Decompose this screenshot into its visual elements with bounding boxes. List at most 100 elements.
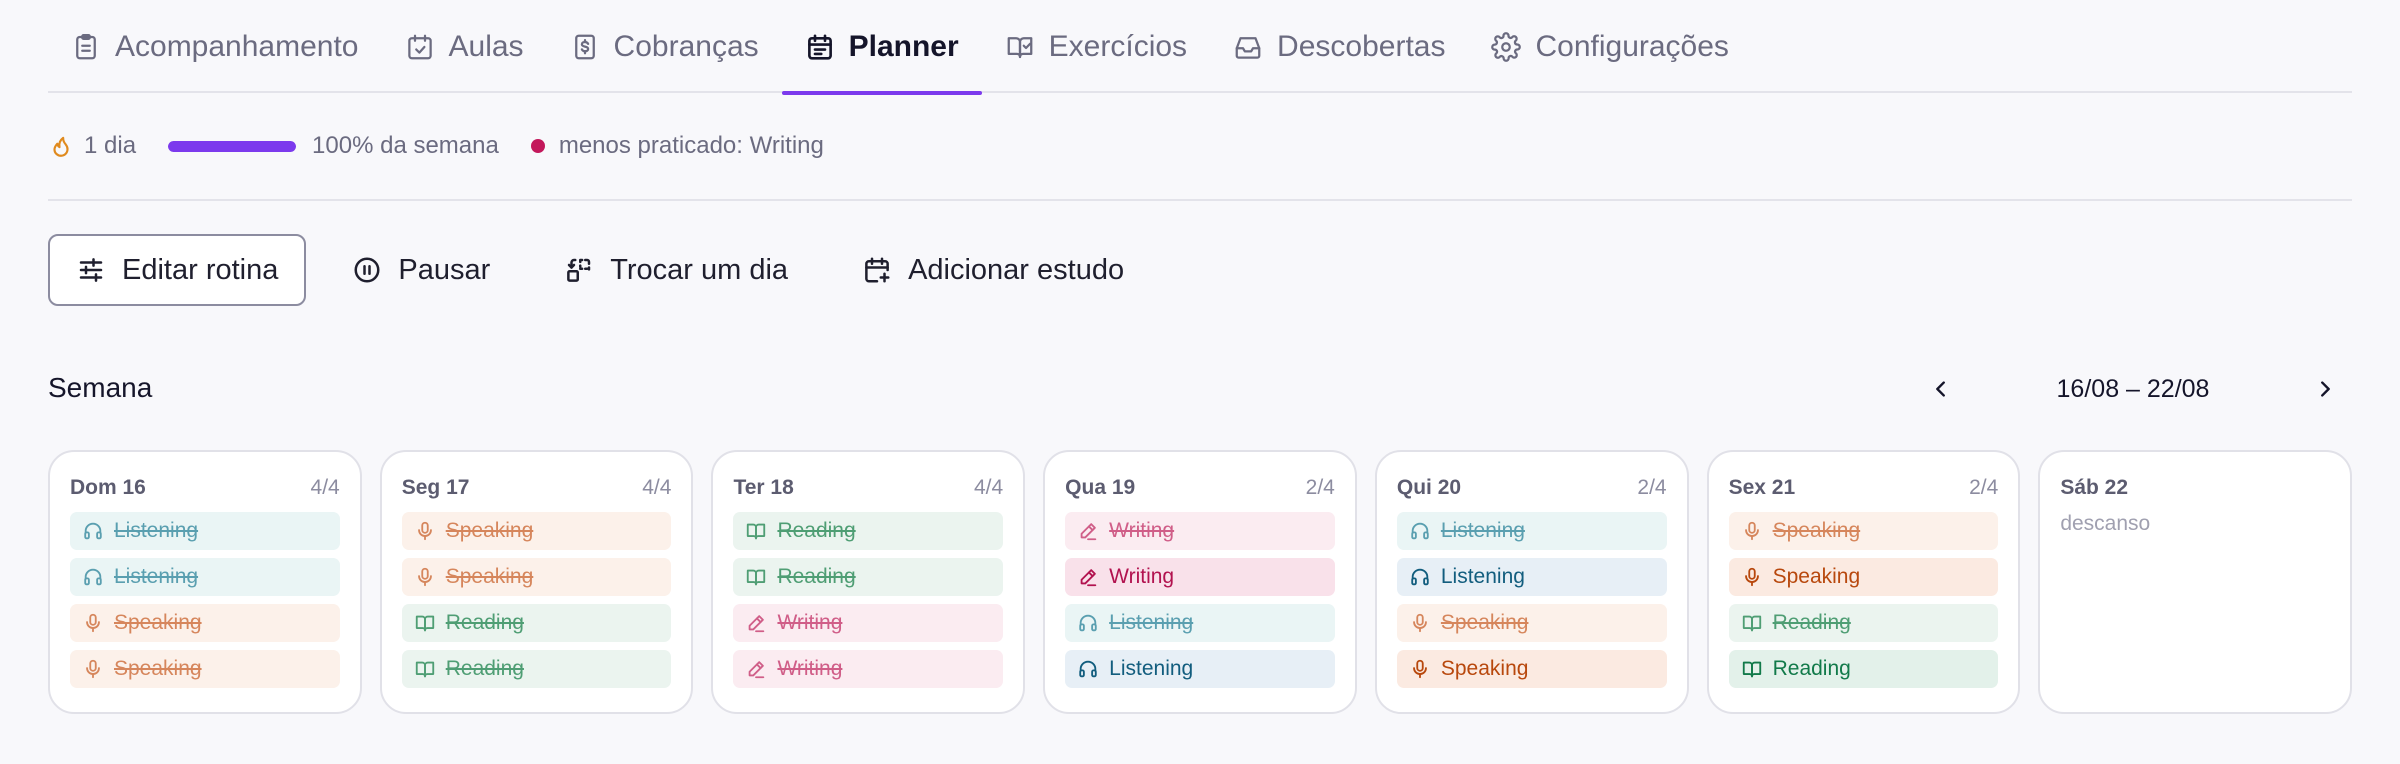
day-card[interactable]: Qua 19 2/4 Writing Writing Listening Listenin…: [1043, 450, 1357, 714]
task-label: Listening: [114, 565, 199, 588]
tab-label: Descobertas: [1277, 29, 1446, 63]
task-speaking[interactable]: Speaking: [1728, 512, 1999, 550]
task-label: Writing: [777, 611, 843, 634]
day-name: Qui 20: [1396, 476, 1462, 499]
task-speaking[interactable]: Speaking: [1728, 558, 1999, 596]
headphones-icon: [84, 568, 102, 586]
rest-day-label: descanso: [2060, 512, 2151, 535]
streak-label: 1 dia: [84, 132, 137, 159]
tab-descobertas[interactable]: Descobertas: [1210, 0, 1468, 93]
day-card[interactable]: Qui 20 2/4 Listening Listening Speaking Speak…: [1374, 450, 1689, 714]
receipt-dollar-icon: [574, 34, 595, 59]
swap-squares-icon: [567, 258, 591, 282]
day-progress-count: 4/4: [973, 476, 1004, 499]
task-writing[interactable]: Writing: [1065, 558, 1335, 596]
tab-label: Acompanhamento: [115, 29, 359, 63]
day-name: Qua 19: [1065, 476, 1136, 499]
pause-label: Pausar: [398, 253, 491, 286]
day-header: Sex 21 2/4: [1729, 472, 1999, 504]
task-listening[interactable]: Listening: [1396, 558, 1667, 596]
task-speaking[interactable]: Speaking: [70, 650, 340, 688]
add-study-button[interactable]: Adicionar estudo: [834, 234, 1152, 306]
day-progress-count: 2/4: [1305, 476, 1335, 499]
task-reading[interactable]: Reading: [733, 512, 1004, 550]
task-label: Speaking: [114, 657, 202, 680]
task-label: Writing: [1109, 519, 1175, 542]
task-label: Listening: [114, 519, 199, 542]
task-listening[interactable]: Listening: [1396, 512, 1667, 550]
tab-aulas[interactable]: Aulas: [382, 0, 547, 93]
microphone-icon: [417, 567, 432, 587]
day-card[interactable]: Ter 18 4/4 Reading Reading Writing Writing: [711, 450, 1026, 714]
task-listening[interactable]: Listening: [70, 558, 340, 596]
task-writing[interactable]: Writing: [1065, 512, 1335, 550]
headphones-icon: [1411, 522, 1429, 540]
task-writing[interactable]: Writing: [733, 650, 1004, 688]
task-label: Reading: [777, 565, 856, 588]
status-row: 1 dia 100% da semana menos praticado: Wr…: [48, 93, 2352, 201]
week-progress-fill: [168, 140, 297, 152]
microphone-icon: [1744, 567, 1759, 587]
task-writing[interactable]: Writing: [733, 604, 1004, 642]
tab-exercicios[interactable]: Exercícios: [982, 0, 1210, 93]
tab-configuracoes[interactable]: Configurações: [1468, 0, 1751, 93]
task-reading[interactable]: Reading: [1728, 650, 1999, 688]
task-listening[interactable]: Listening: [1065, 650, 1335, 688]
microphone-icon: [417, 521, 432, 541]
swap-day-button[interactable]: Trocar um dia: [536, 234, 816, 306]
pencil-icon: [1080, 523, 1097, 541]
microphone-icon: [1413, 659, 1427, 679]
next-week-button[interactable]: [2298, 362, 2352, 416]
task-speaking[interactable]: Speaking: [401, 512, 672, 550]
day-name: Seg 17: [401, 476, 470, 499]
task-listening[interactable]: Listening: [70, 512, 340, 550]
task-listening[interactable]: Listening: [1065, 604, 1335, 642]
least-practiced-dot: [530, 139, 545, 153]
day-card[interactable]: Seg 17 4/4 Speaking Speaking Reading Reading: [379, 450, 694, 714]
task-reading[interactable]: Reading: [401, 650, 672, 688]
week-days: Dom 16 4/4 Listening Listening Speaking Speak…: [48, 450, 2353, 714]
task-label: Listening: [1109, 657, 1194, 680]
day-card[interactable]: Dom 16 4/4 Listening Listening Speaking Speak…: [48, 450, 362, 714]
week-navigator: 16/08 – 22/08: [1914, 362, 2352, 416]
sliders-icon: [79, 258, 103, 282]
planner-actions: Editar rotina Pausar Trocar um dia Adici…: [48, 234, 1152, 306]
day-name: Sáb 22: [2060, 476, 2129, 499]
task-label: Reading: [445, 611, 524, 634]
day-card[interactable]: Sex 21 2/4 Speaking Speaking Reading Reading: [1706, 450, 2021, 714]
pause-button[interactable]: Pausar: [324, 234, 518, 306]
headphones-icon: [1079, 660, 1097, 678]
tab-label: Exercícios: [1048, 29, 1188, 63]
headphones-icon: [1411, 568, 1429, 586]
least-practiced-label: menos praticado: Writing: [558, 132, 824, 159]
day-card[interactable]: Sáb 22 descanso: [2038, 450, 2353, 714]
task-speaking[interactable]: Speaking: [1396, 604, 1667, 642]
task-speaking[interactable]: Speaking: [1396, 650, 1667, 688]
headphones-icon: [84, 522, 102, 540]
day-header: Sáb 22: [2060, 472, 2330, 504]
calendar-planner-icon: [807, 33, 832, 60]
tab-label: Aulas: [448, 29, 524, 63]
task-label: Listening: [1440, 519, 1525, 542]
task-reading[interactable]: Reading: [401, 604, 672, 642]
day-header: Dom 16 4/4: [70, 472, 340, 504]
tab-cobrancas[interactable]: Cobranças: [547, 0, 782, 93]
swap-day-label: Trocar um dia: [610, 253, 789, 286]
tab-acompanhamento[interactable]: Acompanhamento: [48, 0, 382, 93]
add-study-label: Adicionar estudo: [908, 253, 1125, 286]
task-reading[interactable]: Reading: [733, 558, 1004, 596]
task-speaking[interactable]: Speaking: [70, 604, 340, 642]
day-header: Ter 18 4/4: [733, 472, 1003, 504]
chevron-left-icon: [1936, 381, 1945, 397]
previous-week-button[interactable]: [1914, 362, 1968, 416]
book-open-icon: [415, 661, 434, 678]
headphones-icon: [1079, 614, 1097, 632]
tab-planner[interactable]: Planner: [781, 0, 982, 95]
edit-routine-button[interactable]: Editar rotina: [48, 234, 307, 306]
task-speaking[interactable]: Speaking: [401, 558, 672, 596]
day-progress-count: 2/4: [1637, 476, 1667, 499]
tab-label: Planner: [848, 29, 959, 63]
task-label: Speaking: [114, 611, 202, 634]
task-reading[interactable]: Reading: [1728, 604, 1999, 642]
pencil-icon: [1080, 569, 1097, 587]
